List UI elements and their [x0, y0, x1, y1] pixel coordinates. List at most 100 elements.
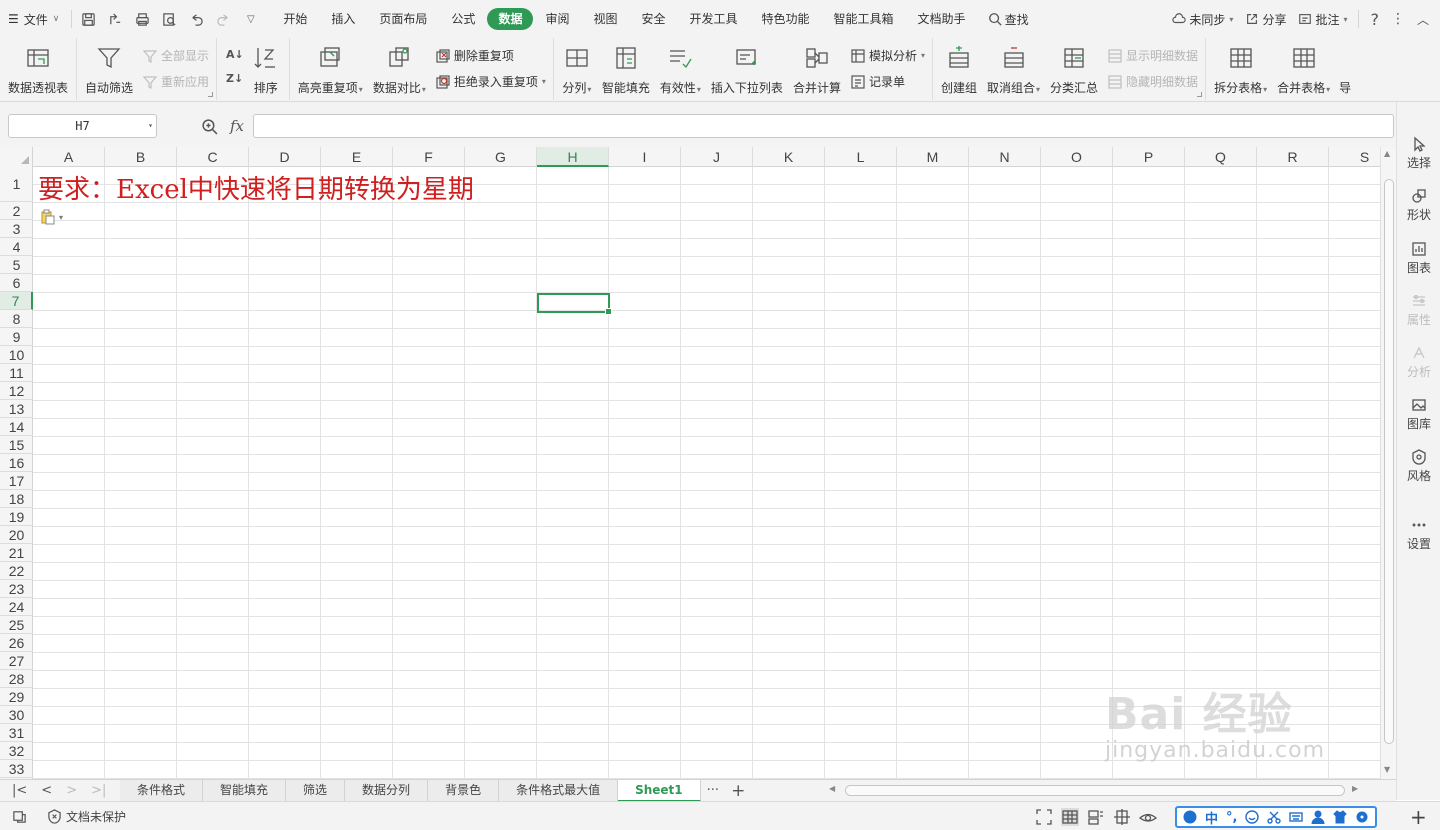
column-header-c[interactable]: C — [177, 147, 249, 167]
row-header-21[interactable]: 21 — [0, 544, 33, 562]
tab-security[interactable]: 安全 — [629, 8, 677, 30]
zoom-in-button[interactable]: + — [1410, 805, 1427, 829]
tab-insert[interactable]: 插入 — [319, 8, 367, 30]
page-break-view-icon[interactable] — [1087, 808, 1105, 826]
create-group-button[interactable]: 创建组 — [936, 40, 982, 98]
reject-duplicates-button[interactable]: 拒绝录入重复项 ▾ — [435, 71, 546, 92]
keyboard-icon[interactable] — [1289, 810, 1304, 824]
row-header-23[interactable]: 23 — [0, 580, 33, 598]
help-button[interactable]: ? — [1365, 7, 1384, 31]
ime-toolbar[interactable]: 中 °, — [1175, 806, 1378, 828]
gear-icon[interactable] — [1355, 810, 1369, 824]
pivot-table-button[interactable]: 数据透视表 — [3, 40, 73, 98]
sheet-tab-6[interactable]: Sheet1 — [618, 779, 701, 802]
delete-duplicates-button[interactable]: 删除重复项 — [435, 45, 546, 66]
reading-layout-icon[interactable] — [1113, 808, 1131, 826]
row-header-28[interactable]: 28 — [0, 670, 33, 688]
share-button[interactable]: 分享 — [1240, 7, 1291, 31]
search-command[interactable]: 查找 — [978, 11, 1039, 28]
sort-descending-button[interactable]: Z↓ — [226, 68, 244, 89]
column-header-g[interactable]: G — [465, 147, 537, 167]
macro-icon[interactable] — [12, 809, 27, 824]
highlight-duplicates-button[interactable]: 高亮重复项▾ — [293, 40, 368, 98]
tab-smart-toolbox[interactable]: 智能工具箱 — [822, 8, 906, 30]
column-header-i[interactable]: I — [609, 147, 681, 167]
redo-button[interactable] — [211, 7, 236, 31]
more-sheets-icon[interactable]: ··· — [701, 783, 725, 798]
validity-button[interactable]: 有效性▾ — [655, 40, 706, 98]
zoom-icon[interactable] — [201, 118, 218, 135]
group-launcher-icon[interactable] — [1197, 92, 1203, 97]
scissors-icon[interactable] — [1267, 810, 1282, 824]
side-panel-shape[interactable]: 形状 — [1397, 188, 1440, 223]
column-header-j[interactable]: J — [681, 147, 753, 167]
vertical-scrollbar[interactable]: ▲ ▼ — [1380, 147, 1396, 779]
show-all-button[interactable]: 全部显示 — [142, 45, 209, 66]
customize-quick-access[interactable]: ▽ — [238, 7, 263, 31]
row-header-27[interactable]: 27 — [0, 652, 33, 670]
horizontal-scroll-thumb[interactable] — [845, 785, 1345, 796]
row-header-22[interactable]: 22 — [0, 562, 33, 580]
column-header-l[interactable]: L — [825, 147, 897, 167]
column-header-o[interactable]: O — [1041, 147, 1113, 167]
tab-formulas[interactable]: 公式 — [439, 8, 487, 30]
output-button[interactable] — [103, 7, 128, 31]
row-header-20[interactable]: 20 — [0, 526, 33, 544]
scroll-up-icon[interactable]: ▲ — [1384, 149, 1390, 158]
row-header-13[interactable]: 13 — [0, 400, 33, 418]
column-header-b[interactable]: B — [105, 147, 177, 167]
side-panel-chart[interactable]: 图表 — [1397, 241, 1440, 276]
tab-data[interactable]: 数据 — [487, 8, 534, 30]
next-sheet-icon[interactable]: > — [66, 783, 77, 798]
import-button[interactable]: 导 — [1335, 40, 1351, 98]
row-header-17[interactable]: 17 — [0, 472, 33, 490]
emoji-icon[interactable] — [1245, 810, 1260, 824]
split-column-button[interactable]: 分列▾ — [557, 40, 597, 98]
sheet-tab-3[interactable]: 数据分列 — [345, 779, 429, 802]
tab-doc-assistant[interactable]: 文档助手 — [906, 8, 978, 30]
print-preview-button[interactable] — [157, 7, 182, 31]
row-header-1[interactable]: 1 — [0, 167, 33, 202]
first-sheet-icon[interactable]: |< — [12, 783, 27, 798]
row-header-14[interactable]: 14 — [0, 418, 33, 436]
column-header-s[interactable]: S — [1329, 147, 1380, 167]
skin-icon[interactable] — [1333, 810, 1348, 824]
cell-h7-selection[interactable] — [537, 293, 612, 315]
row-header-33[interactable]: 33 — [0, 760, 33, 778]
row-header-31[interactable]: 31 — [0, 724, 33, 742]
sheet-tab-2[interactable]: 筛选 — [286, 779, 346, 802]
show-detail-button[interactable]: 显示明细数据 — [1107, 45, 1198, 66]
what-if-analysis-button[interactable]: 模拟分析 ▾ — [850, 45, 925, 66]
scroll-right-icon[interactable]: ▶ — [1352, 784, 1358, 793]
column-header-p[interactable]: P — [1113, 147, 1185, 167]
scroll-down-icon[interactable]: ▼ — [1384, 765, 1390, 774]
row-header-29[interactable]: 29 — [0, 688, 33, 706]
punctuation-icon[interactable]: °, — [1226, 810, 1237, 825]
ime-language[interactable]: 中 — [1205, 808, 1218, 827]
column-header-a[interactable]: A — [33, 147, 105, 167]
row-header-19[interactable]: 19 — [0, 508, 33, 526]
scroll-left-icon[interactable]: ◀ — [829, 784, 835, 793]
column-header-n[interactable]: N — [969, 147, 1041, 167]
eye-protection-icon[interactable] — [1139, 808, 1157, 826]
sheet-tab-0[interactable]: 条件格式 — [120, 779, 204, 802]
tab-home[interactable]: 开始 — [271, 8, 319, 30]
row-header-6[interactable]: 6 — [0, 274, 33, 292]
formula-input[interactable] — [253, 114, 1394, 138]
print-button[interactable] — [130, 7, 155, 31]
side-panel-cursor[interactable]: 选择 — [1397, 136, 1440, 171]
row-header-3[interactable]: 3 — [0, 220, 33, 238]
more-options-button[interactable]: ⋮ — [1386, 7, 1410, 31]
row-header-4[interactable]: 4 — [0, 238, 33, 256]
column-header-h[interactable]: H — [537, 147, 609, 167]
fullscreen-icon[interactable] — [1035, 808, 1053, 826]
row-header-2[interactable]: 2 — [0, 202, 33, 220]
merge-table-button[interactable]: 合并表格▾ — [1272, 40, 1335, 98]
insert-function-button[interactable]: fx — [230, 117, 244, 135]
tab-page-layout[interactable]: 页面布局 — [367, 8, 439, 30]
undo-button[interactable] — [184, 7, 209, 31]
normal-view-icon[interactable] — [1061, 808, 1079, 826]
tab-developer[interactable]: 开发工具 — [678, 8, 750, 30]
insert-dropdown-list-button[interactable]: 插入下拉列表 — [706, 40, 788, 98]
last-sheet-icon[interactable]: >| — [91, 783, 106, 798]
